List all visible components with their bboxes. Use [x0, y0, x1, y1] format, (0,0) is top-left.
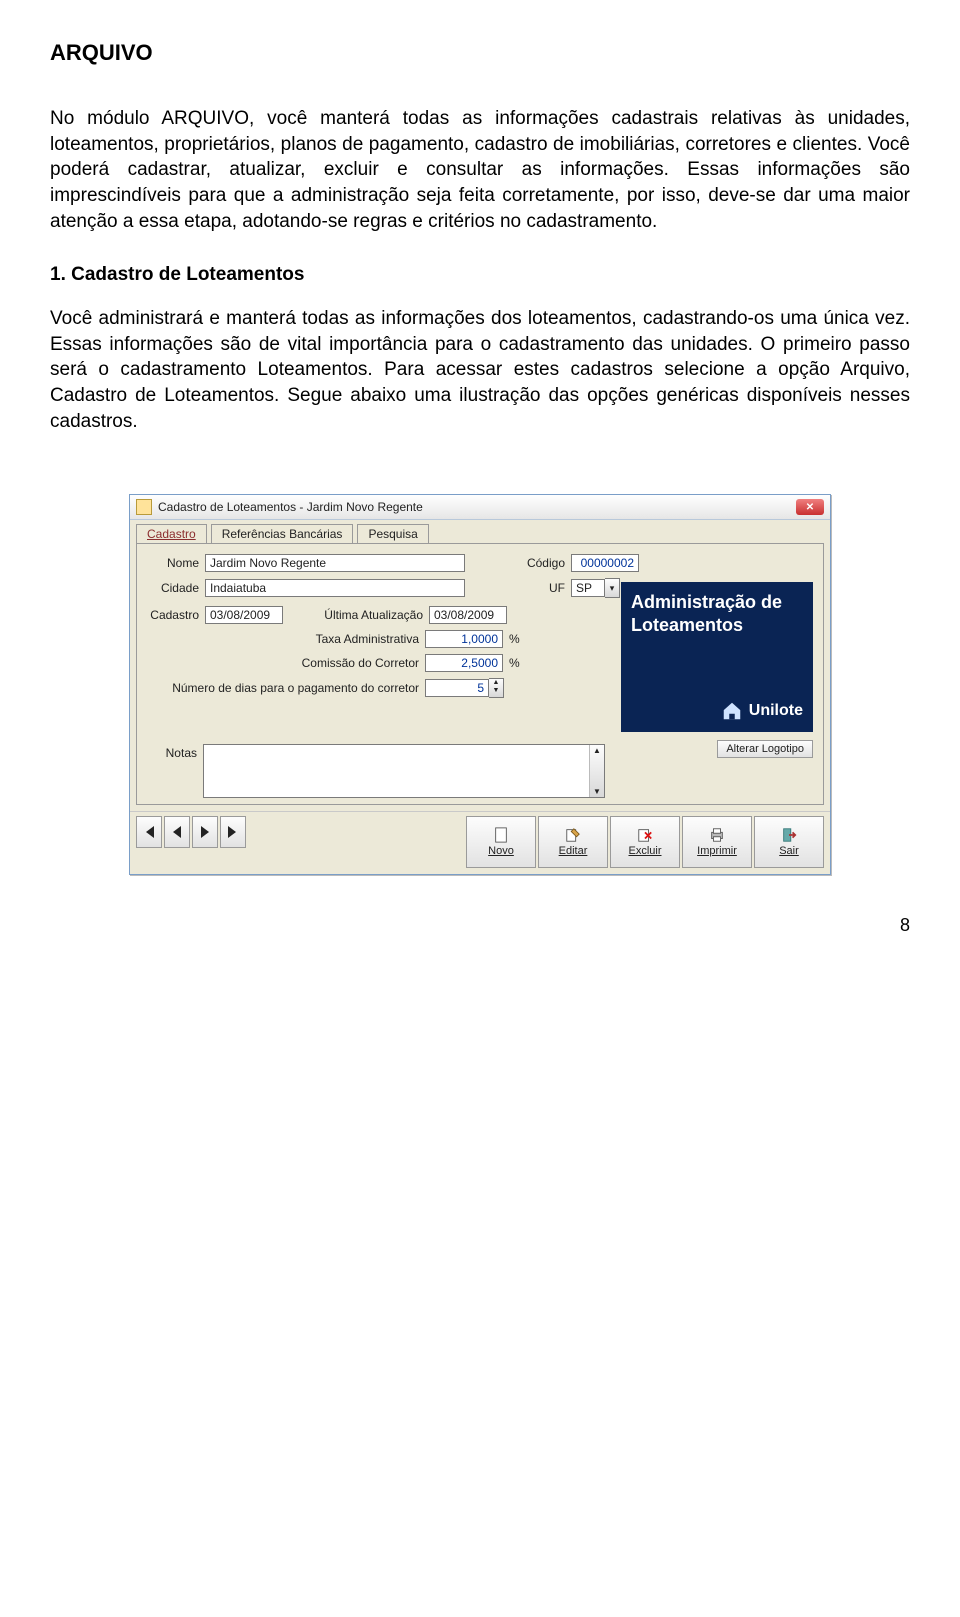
label-taxa: Taxa Administrativa: [147, 632, 425, 646]
field-ultima[interactable]: 03/08/2009: [429, 606, 507, 624]
logo-panel: Administração de Loteamentos Unilote: [621, 582, 813, 732]
label-ultima: Última Atualização: [283, 608, 429, 622]
form-panel: Nome Jardim Novo Regente Código 00000002…: [136, 543, 824, 805]
field-nome[interactable]: Jardim Novo Regente: [205, 554, 465, 572]
field-numdias[interactable]: 5: [425, 679, 489, 697]
nav-last-button[interactable]: [220, 816, 246, 848]
edit-icon: [564, 827, 582, 843]
logo-brand: Unilote: [749, 702, 803, 720]
heading-sub1: 1. Cadastro de Loteamentos: [50, 264, 910, 286]
chevron-down-icon[interactable]: ▾: [605, 578, 620, 598]
label-comissao: Comissão do Corretor: [147, 656, 425, 670]
label-pct-comissao: %: [503, 656, 520, 670]
window-title: Cadastro de Loteamentos - Jardim Novo Re…: [158, 500, 423, 514]
nav-prev-button[interactable]: [164, 816, 190, 848]
imprimir-button[interactable]: Imprimir: [682, 816, 752, 868]
excluir-button[interactable]: Excluir: [610, 816, 680, 868]
heading-arquivo: ARQUIVO: [50, 40, 910, 66]
page-number: 8: [50, 915, 910, 936]
new-icon: [492, 827, 510, 843]
app-window: Cadastro de Loteamentos - Jardim Novo Re…: [129, 494, 831, 875]
logo-line2: Loteamentos: [631, 615, 803, 636]
nav-next-button[interactable]: [192, 816, 218, 848]
editar-button[interactable]: Editar: [538, 816, 608, 868]
label-cadastro: Cadastro: [147, 608, 205, 622]
label-pct-taxa: %: [503, 632, 520, 646]
paragraph-sub1: Você administrará e manterá todas as inf…: [50, 306, 910, 434]
label-notas: Notas: [147, 744, 203, 760]
tab-pesquisa[interactable]: Pesquisa: [357, 524, 428, 543]
tab-referencias[interactable]: Referências Bancárias: [211, 524, 354, 543]
field-uf[interactable]: SP: [571, 579, 605, 597]
label-numdias: Número de dias para o pagamento do corre…: [147, 681, 425, 695]
label-cidade: Cidade: [147, 581, 205, 595]
exit-icon: [780, 827, 798, 843]
window-icon: [136, 499, 152, 515]
delete-icon: [636, 827, 654, 843]
alterar-logo-button[interactable]: Alterar Logotipo: [717, 740, 813, 758]
paragraph-intro: No módulo ARQUIVO, você manterá todas as…: [50, 106, 910, 234]
label-uf: UF: [465, 581, 571, 595]
novo-button[interactable]: Novo: [466, 816, 536, 868]
sair-button[interactable]: Sair: [754, 816, 824, 868]
tab-cadastro[interactable]: Cadastro: [136, 524, 207, 543]
bottom-toolbar: Novo Editar Excluir Imprimir Sair: [130, 811, 830, 874]
tab-bar: Cadastro Referências Bancárias Pesquisa: [130, 520, 830, 543]
field-cidade[interactable]: Indaiatuba: [205, 579, 465, 597]
nav-first-button[interactable]: [136, 816, 162, 848]
logo-line1: Administração de: [631, 592, 803, 613]
print-icon: [708, 827, 726, 843]
window-titlebar: Cadastro de Loteamentos - Jardim Novo Re…: [130, 495, 830, 520]
field-cadastro[interactable]: 03/08/2009: [205, 606, 283, 624]
field-taxa[interactable]: 1,0000: [425, 630, 503, 648]
house-icon: [721, 700, 743, 722]
field-codigo[interactable]: 00000002: [571, 554, 639, 572]
field-comissao[interactable]: 2,5000: [425, 654, 503, 672]
scrollbar-notas[interactable]: ▲▼: [589, 745, 604, 797]
spinner-numdias[interactable]: ▲▼: [489, 678, 504, 698]
field-notas[interactable]: ▲▼: [203, 744, 605, 798]
label-codigo: Código: [465, 556, 571, 570]
close-icon[interactable]: ✕: [796, 499, 824, 515]
label-nome: Nome: [147, 556, 205, 570]
